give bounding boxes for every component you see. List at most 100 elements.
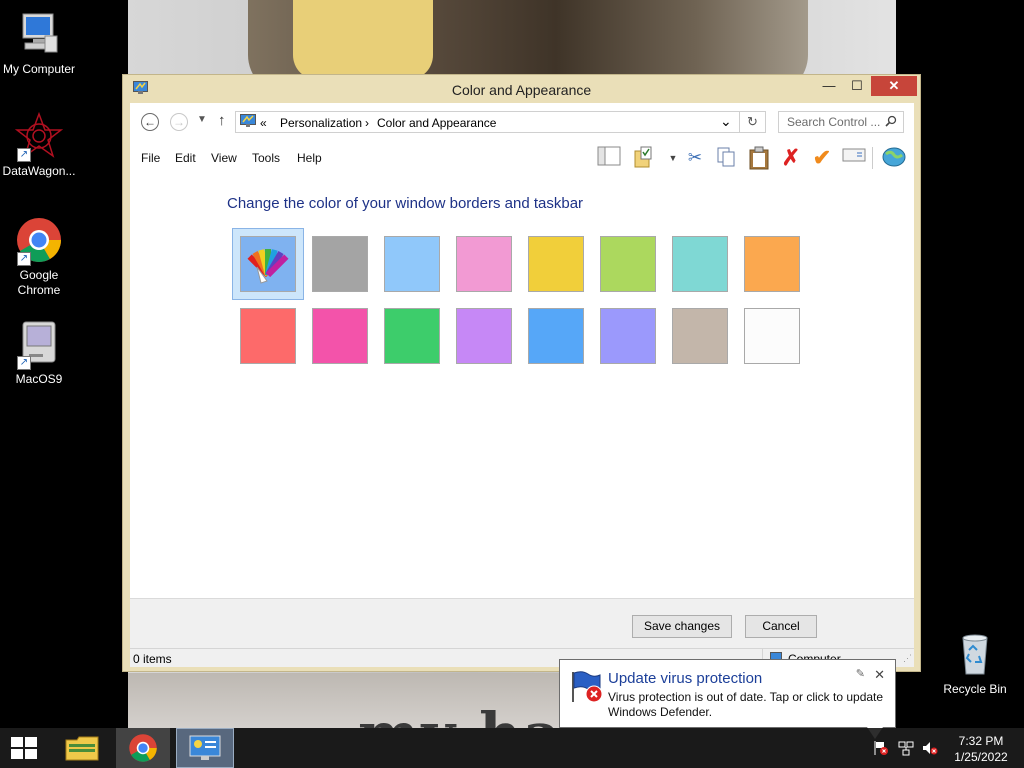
- desktop-icon-macos9[interactable]: ↗ MacOS9: [0, 320, 81, 387]
- menu-edit[interactable]: Edit: [175, 151, 196, 165]
- color-swatch[interactable]: [384, 236, 440, 292]
- wallpaper-shape: [293, 0, 433, 80]
- paste-icon[interactable]: [747, 146, 771, 170]
- properties-icon[interactable]: [633, 146, 657, 170]
- copy-icon[interactable]: [714, 146, 738, 170]
- button-area: Save changes Cancel: [130, 598, 914, 649]
- search-placeholder: Search Control ...: [787, 115, 881, 129]
- title-bar[interactable]: Color and Appearance — ☐ ✕: [123, 75, 920, 103]
- notification-body: Virus protection is out of date. Tap or …: [608, 690, 884, 719]
- color-appearance-window: Color and Appearance — ☐ ✕ ← → ▼ ↑ « Per…: [122, 74, 921, 672]
- desktop-icon-label: Google Chrome: [17, 268, 61, 297]
- pin-icon[interactable]: ✎: [856, 667, 865, 680]
- maximize-button[interactable]: ☐: [843, 76, 871, 96]
- defender-flag-icon: [570, 670, 604, 704]
- search-icon: [885, 115, 897, 130]
- globe-icon[interactable]: [882, 146, 906, 170]
- breadcrumb-separator: ›: [365, 116, 369, 130]
- back-button[interactable]: ←: [141, 113, 159, 131]
- menu-view[interactable]: View: [211, 151, 237, 165]
- content-area: Change the color of your window borders …: [130, 173, 914, 598]
- desktop-icon-datawagon[interactable]: ↗ DataWagon...: [0, 111, 81, 179]
- color-swatch[interactable]: [456, 308, 512, 364]
- recycle-bin-icon: [951, 630, 999, 678]
- virus-protection-notification[interactable]: Update virus protection Virus protection…: [559, 659, 896, 739]
- properties-dropdown-icon[interactable]: ▼: [661, 146, 685, 170]
- color-swatch[interactable]: [456, 236, 512, 292]
- desktop-icon-recycle-bin[interactable]: Recycle Bin: [933, 630, 1017, 697]
- color-swatch[interactable]: [528, 308, 584, 364]
- control-panel-icon: [189, 735, 221, 760]
- pane-icon[interactable]: [597, 146, 621, 170]
- notification-close-button[interactable]: ✕: [874, 667, 885, 683]
- refresh-button[interactable]: ↻: [740, 111, 766, 133]
- desktop-icon-label: MacOS9: [15, 372, 63, 386]
- recent-locations-dropdown[interactable]: ▼: [197, 114, 207, 125]
- chrome-icon: [129, 734, 157, 762]
- forward-button[interactable]: →: [170, 113, 188, 131]
- toolbar-divider: [872, 147, 873, 169]
- resize-grip-icon[interactable]: ⋰: [903, 653, 912, 664]
- system-clock[interactable]: 7:32 PM 1/25/2022: [946, 733, 1016, 765]
- menu-bar: File Edit View Tools Help ▼ ✂ ✗ ✔: [130, 143, 914, 173]
- computer-icon: [15, 10, 63, 58]
- color-swatch[interactable]: [600, 236, 656, 292]
- window-client: ← → ▼ ↑ « Personalization › Color and Ap…: [130, 103, 914, 667]
- cut-icon[interactable]: ✂: [683, 146, 707, 170]
- control-panel-small-icon: [240, 114, 256, 131]
- rename-icon[interactable]: [842, 146, 866, 170]
- taskbar-control-panel[interactable]: [176, 728, 234, 768]
- page-heading: Change the color of your window borders …: [227, 195, 584, 212]
- chrome-icon: ↗: [15, 216, 63, 266]
- color-swatch[interactable]: [312, 236, 368, 292]
- color-swatch[interactable]: [744, 308, 800, 364]
- color-swatch[interactable]: [672, 236, 728, 292]
- datawagon-icon: ↗: [14, 111, 64, 162]
- clock-date: 1/25/2022: [954, 750, 1008, 764]
- notification-title: Update virus protection: [608, 670, 763, 687]
- breadcrumb-personalization[interactable]: Personalization: [280, 116, 362, 130]
- color-swatch[interactable]: [384, 308, 440, 364]
- address-dropdown-icon[interactable]: ⌄: [720, 113, 732, 130]
- shortcut-arrow-icon: ↗: [17, 148, 31, 162]
- taskbar-file-explorer[interactable]: [56, 728, 108, 768]
- color-swatch[interactable]: [240, 308, 296, 364]
- color-swatch[interactable]: [600, 308, 656, 364]
- menu-help[interactable]: Help: [297, 151, 322, 165]
- color-swatch[interactable]: [528, 236, 584, 292]
- clock-time: 7:32 PM: [958, 734, 1004, 748]
- menu-tools[interactable]: Tools: [252, 151, 280, 165]
- windows-logo-icon: [11, 737, 37, 759]
- desktop-icon-google-chrome[interactable]: ↗ Google Chrome: [0, 216, 81, 298]
- desktop-icon-label: My Computer: [2, 62, 76, 76]
- minimize-button[interactable]: —: [815, 76, 843, 96]
- save-changes-button[interactable]: Save changes: [632, 615, 732, 638]
- up-button[interactable]: ↑: [218, 112, 226, 129]
- color-swatch[interactable]: [312, 308, 368, 364]
- delete-icon[interactable]: ✗: [779, 146, 803, 170]
- color-swatch[interactable]: [744, 236, 800, 292]
- desktop-icon-my-computer[interactable]: My Computer: [0, 10, 81, 77]
- close-button[interactable]: ✕: [871, 76, 917, 96]
- address-box[interactable]: « Personalization › Color and Appearance…: [235, 111, 740, 133]
- folder-icon: [65, 736, 99, 761]
- network-icon[interactable]: [898, 740, 914, 756]
- check-icon[interactable]: ✔: [810, 146, 834, 170]
- menu-file[interactable]: File: [141, 151, 160, 165]
- action-center-flag-icon[interactable]: [873, 740, 889, 756]
- start-button[interactable]: [0, 728, 48, 768]
- desktop-icon-label: DataWagon...: [2, 164, 76, 178]
- items-count: 0 items: [133, 652, 172, 666]
- taskbar-chrome[interactable]: [116, 728, 170, 768]
- volume-muted-icon[interactable]: [922, 740, 938, 756]
- window-title: Color and Appearance: [451, 82, 592, 98]
- search-input[interactable]: Search Control ...: [778, 111, 904, 133]
- cancel-button[interactable]: Cancel: [745, 615, 817, 638]
- breadcrumb-overflow[interactable]: «: [260, 116, 267, 130]
- shortcut-arrow-icon: ↗: [17, 252, 31, 266]
- color-swatch[interactable]: [672, 308, 728, 364]
- color-palette-icon: [247, 249, 289, 284]
- color-swatch-automatic[interactable]: [240, 236, 296, 292]
- address-bar: ← → ▼ ↑ « Personalization › Color and Ap…: [130, 103, 914, 143]
- breadcrumb-color-appearance[interactable]: Color and Appearance: [377, 116, 496, 130]
